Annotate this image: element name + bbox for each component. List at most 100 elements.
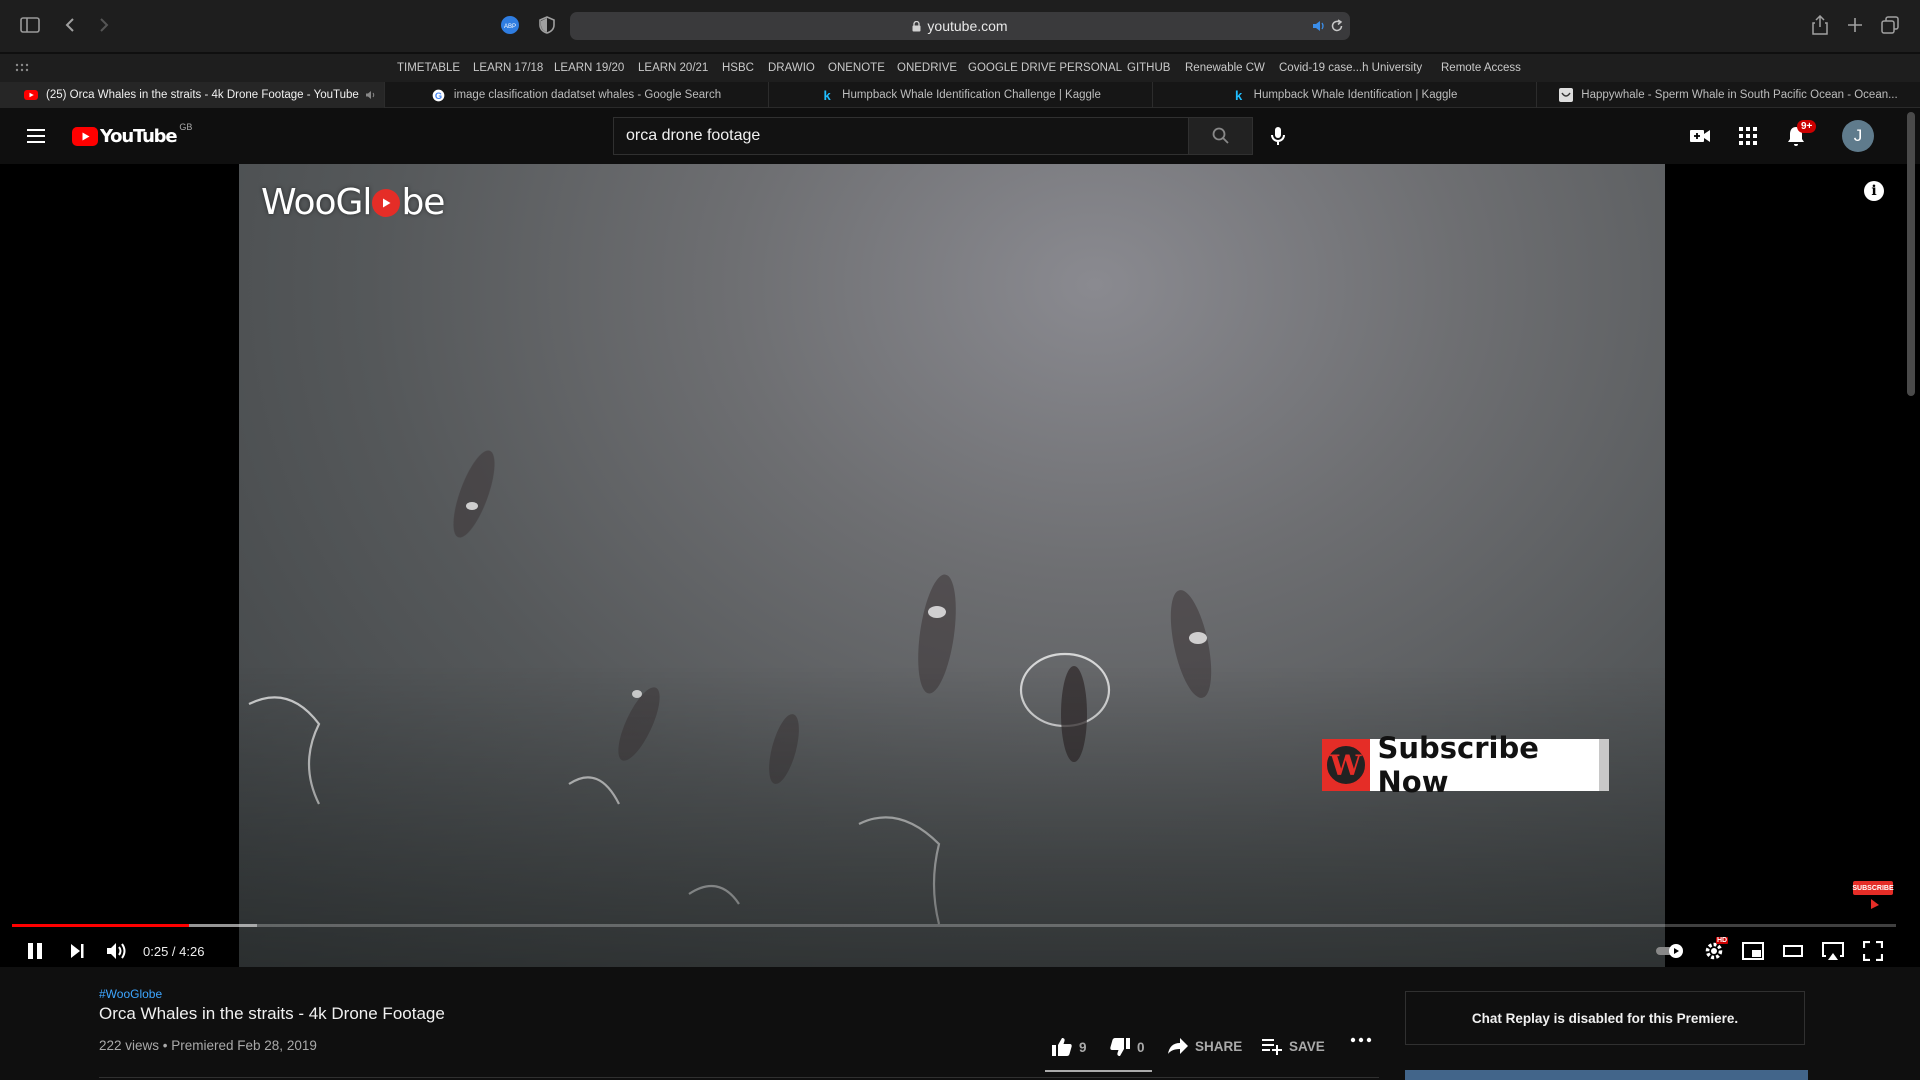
search-input[interactable]: orca drone footage [613, 117, 1189, 155]
video-frame[interactable]: WooGl be W Subscribe Now [239, 164, 1665, 967]
like-dislike-bar [1045, 1070, 1152, 1072]
wooglobe-logo-icon: W [1322, 739, 1370, 791]
search-icon [1212, 127, 1229, 144]
tab-label: (25) Orca Whales in the straits - 4k Dro… [46, 89, 359, 101]
bookmark-item[interactable]: LEARN 19/20 [554, 62, 624, 74]
tab-label: Humpback Whale Identification Challenge … [842, 89, 1101, 101]
fullscreen-icon[interactable] [1859, 938, 1887, 964]
save-button[interactable]: SAVE [1261, 1037, 1325, 1055]
tab-google-search[interactable]: G image clasification dadatset whales - … [384, 82, 768, 108]
new-tab-icon[interactable] [1843, 13, 1867, 37]
info-icon[interactable]: i [1864, 181, 1884, 201]
volume-icon[interactable] [103, 938, 131, 964]
tab-overview-icon[interactable] [1878, 13, 1902, 37]
chat-panel-bar[interactable] [1405, 1070, 1808, 1080]
subscribe-now-banner[interactable]: W Subscribe Now [1322, 731, 1609, 799]
share-icon[interactable] [1808, 13, 1832, 37]
bookmark-item[interactable]: DRAWIO [768, 62, 815, 74]
watermark-text-left: WooGl [261, 182, 372, 223]
page-scrollbar[interactable] [1907, 112, 1915, 396]
bookmark-item[interactable]: GOOGLE DRIVE PERSONAL [968, 62, 1122, 74]
bookmark-item[interactable]: GITHUB [1127, 62, 1170, 74]
player-controls: 0:25 / 4:26 HD [0, 934, 1920, 967]
browser-toolbar: ABP youtube.com [0, 0, 1920, 52]
audio-playing-icon[interactable] [1312, 19, 1326, 33]
tab-label: Humpback Whale Identification | Kaggle [1253, 89, 1458, 101]
share-label: SHARE [1195, 1038, 1243, 1054]
airplay-icon[interactable] [1819, 938, 1847, 964]
search-query: orca drone footage [626, 127, 761, 144]
tab-kaggle-challenge[interactable]: k Humpback Whale Identification Challeng… [768, 82, 1152, 108]
notification-count-badge: 9+ [1797, 120, 1817, 133]
tab-youtube[interactable]: (25) Orca Whales in the straits - 4k Dro… [0, 82, 384, 108]
apps-grid-icon[interactable] [1738, 126, 1758, 146]
bookmark-item[interactable]: ONENOTE [828, 62, 885, 74]
video-metadata: #WooGlobe Orca Whales in the straits - 4… [99, 980, 1379, 1080]
pause-icon[interactable] [21, 938, 49, 964]
tab-kaggle-identification[interactable]: k Humpback Whale Identification | Kaggle [1152, 82, 1536, 108]
google-favicon-icon: G [432, 88, 446, 102]
reload-icon[interactable] [1330, 19, 1344, 33]
bookmark-item[interactable]: HSBC [722, 62, 754, 74]
views-and-date: 222 views • Premiered Feb 28, 2019 [99, 1038, 317, 1053]
video-player[interactable]: WooGl be W Subscribe Now i SUBSCRIBE 0:2… [0, 164, 1920, 967]
url-text: youtube.com [927, 18, 1008, 34]
video-title: Orca Whales in the straits - 4k Drone Fo… [99, 1004, 445, 1023]
privacy-shield-icon[interactable] [535, 13, 559, 37]
like-ratio-fill [1045, 1070, 1152, 1072]
happywhale-favicon-icon [1559, 88, 1574, 102]
bookmark-item[interactable]: TIMETABLE [397, 62, 460, 74]
tab-label: image clasification dadatset whales - Go… [453, 89, 722, 101]
lock-icon [912, 20, 921, 32]
tab-happywhale[interactable]: Happywhale - Sperm Whale in South Pacifi… [1536, 82, 1920, 108]
svg-text:ABP: ABP [504, 24, 516, 30]
subscribe-now-label: Subscribe Now [1377, 731, 1539, 799]
youtube-logo[interactable]: YouTube GB [72, 122, 192, 147]
like-button[interactable]: 9 [1051, 1037, 1087, 1057]
tab-label: Happywhale - Sperm Whale in South Pacifi… [1581, 89, 1898, 101]
bookmark-item[interactable]: Remote Access [1441, 62, 1521, 74]
play-circle-icon [372, 188, 401, 217]
divider [99, 1077, 1379, 1078]
bookmark-item[interactable]: Covid-19 case...h University [1279, 62, 1422, 74]
bookmark-item[interactable]: ONEDRIVE [897, 62, 957, 74]
microphone-icon[interactable] [1266, 124, 1290, 148]
progress-bar[interactable] [12, 924, 1896, 927]
kaggle-favicon-icon: k [823, 87, 831, 103]
hamburger-menu-icon[interactable] [24, 124, 48, 148]
save-label: SAVE [1289, 1038, 1325, 1054]
settings-gear-icon[interactable]: HD [1700, 937, 1729, 964]
address-bar[interactable]: youtube.com [570, 12, 1350, 40]
bookmark-item[interactable]: LEARN 17/18 [473, 62, 543, 74]
create-video-icon[interactable] [1688, 125, 1712, 147]
bookmark-item[interactable]: Renewable CW [1185, 62, 1265, 74]
youtube-header: YouTube GB orca drone footage 9+ J [0, 108, 1920, 164]
tab-strip: (25) Orca Whales in the straits - 4k Dro… [0, 82, 1920, 108]
thumbs-up-icon [1052, 1038, 1072, 1056]
playlist-add-icon [1262, 1039, 1282, 1055]
region-code: GB [179, 122, 193, 132]
endscreen-subscribe-button[interactable]: SUBSCRIBE [1852, 881, 1894, 895]
theater-mode-icon[interactable] [1779, 938, 1807, 964]
hashtag-link[interactable]: #WooGlobe [99, 987, 162, 1001]
dislike-button[interactable]: 0 [1109, 1037, 1145, 1057]
bookmark-item[interactable]: LEARN 20/21 [638, 62, 708, 74]
sidebar-toggle-icon[interactable] [18, 13, 42, 37]
forward-icon[interactable] [92, 13, 116, 37]
svg-text:G: G [435, 90, 442, 100]
avatar[interactable]: J [1842, 120, 1874, 152]
search-button[interactable] [1189, 117, 1253, 155]
back-icon[interactable] [58, 13, 82, 37]
grid-apps-icon[interactable] [15, 61, 29, 75]
next-video-icon[interactable] [63, 938, 91, 964]
adblock-extension-icon[interactable]: ABP [498, 13, 522, 37]
autoplay-toggle-icon[interactable] [1654, 938, 1686, 964]
more-actions-icon[interactable] [1350, 1037, 1378, 1043]
tab-audio-icon[interactable] [365, 90, 377, 100]
youtube-favicon-icon [24, 88, 38, 102]
miniplayer-icon[interactable] [1739, 938, 1767, 964]
share-button[interactable]: SHARE [1167, 1037, 1242, 1055]
youtube-logo-text: YouTube [100, 126, 178, 147]
watermark-text-right: be [401, 182, 445, 223]
cursor-arrow-icon [1870, 898, 1880, 910]
